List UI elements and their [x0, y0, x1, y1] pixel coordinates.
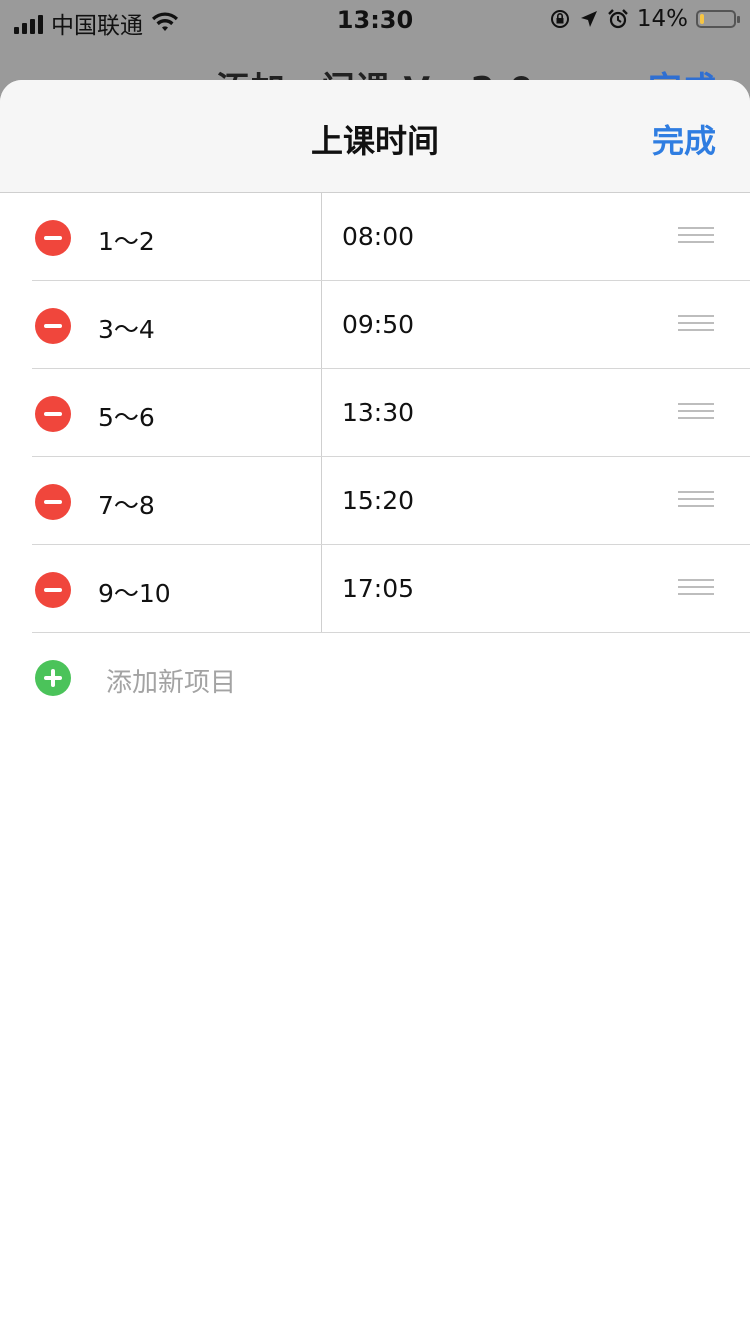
column-divider	[321, 545, 322, 633]
period-label[interactable]: 3～4	[98, 310, 155, 346]
start-time-value[interactable]: 09:50	[342, 310, 414, 339]
list-item: 1～2 08:00	[0, 193, 750, 281]
start-time-value[interactable]: 08:00	[342, 222, 414, 251]
column-divider	[321, 281, 322, 369]
delete-row-button[interactable]	[35, 484, 71, 520]
done-button[interactable]: 完成	[652, 116, 716, 162]
battery-fill	[700, 14, 704, 24]
reorder-handle-icon[interactable]	[678, 403, 714, 423]
start-time-value[interactable]: 13:30	[342, 398, 414, 427]
reorder-handle-icon[interactable]	[678, 227, 714, 247]
delete-row-button[interactable]	[35, 572, 71, 608]
location-arrow-icon	[580, 11, 597, 27]
period-label[interactable]: 7～8	[98, 486, 155, 522]
battery-cap	[737, 16, 740, 23]
time-list: 1～2 08:00 3～4 09:50 5～6 13:30 7～8 15:20 …	[0, 193, 750, 723]
list-item: 3～4 09:50	[0, 281, 750, 369]
reorder-handle-icon[interactable]	[678, 491, 714, 511]
period-label[interactable]: 9～10	[98, 574, 171, 610]
status-right: 14%	[549, 6, 740, 32]
sheet-header: 上课时间 完成	[0, 80, 750, 193]
status-bar: 中国联通 13:30 14%	[0, 0, 750, 40]
add-plus-icon[interactable]	[35, 660, 71, 696]
delete-row-button[interactable]	[35, 396, 71, 432]
reorder-handle-icon[interactable]	[678, 315, 714, 335]
period-label[interactable]: 5～6	[98, 398, 155, 434]
battery-icon	[696, 10, 740, 28]
list-item: 5～6 13:30	[0, 369, 750, 457]
period-label[interactable]: 1～2	[98, 222, 155, 258]
delete-row-button[interactable]	[35, 308, 71, 344]
battery-percent: 14%	[636, 6, 688, 32]
column-divider	[321, 193, 322, 281]
list-item: 7～8 15:20	[0, 457, 750, 545]
list-item: 9～10 17:05	[0, 545, 750, 633]
reorder-handle-icon[interactable]	[678, 579, 714, 599]
start-time-value[interactable]: 17:05	[342, 574, 414, 603]
start-time-value[interactable]: 15:20	[342, 486, 414, 515]
delete-row-button[interactable]	[35, 220, 71, 256]
alarm-icon	[608, 9, 628, 29]
column-divider	[321, 457, 322, 545]
add-new-item-row[interactable]: 添加新项目	[0, 633, 750, 723]
add-new-item-label[interactable]: 添加新项目	[106, 662, 236, 699]
class-time-sheet: 上课时间 完成 1～2 08:00 3～4 09:50 5～6 13:30 7～…	[0, 80, 750, 1334]
sheet-title: 上课时间	[310, 122, 439, 160]
rotation-lock-icon	[550, 10, 569, 28]
column-divider	[321, 369, 322, 457]
